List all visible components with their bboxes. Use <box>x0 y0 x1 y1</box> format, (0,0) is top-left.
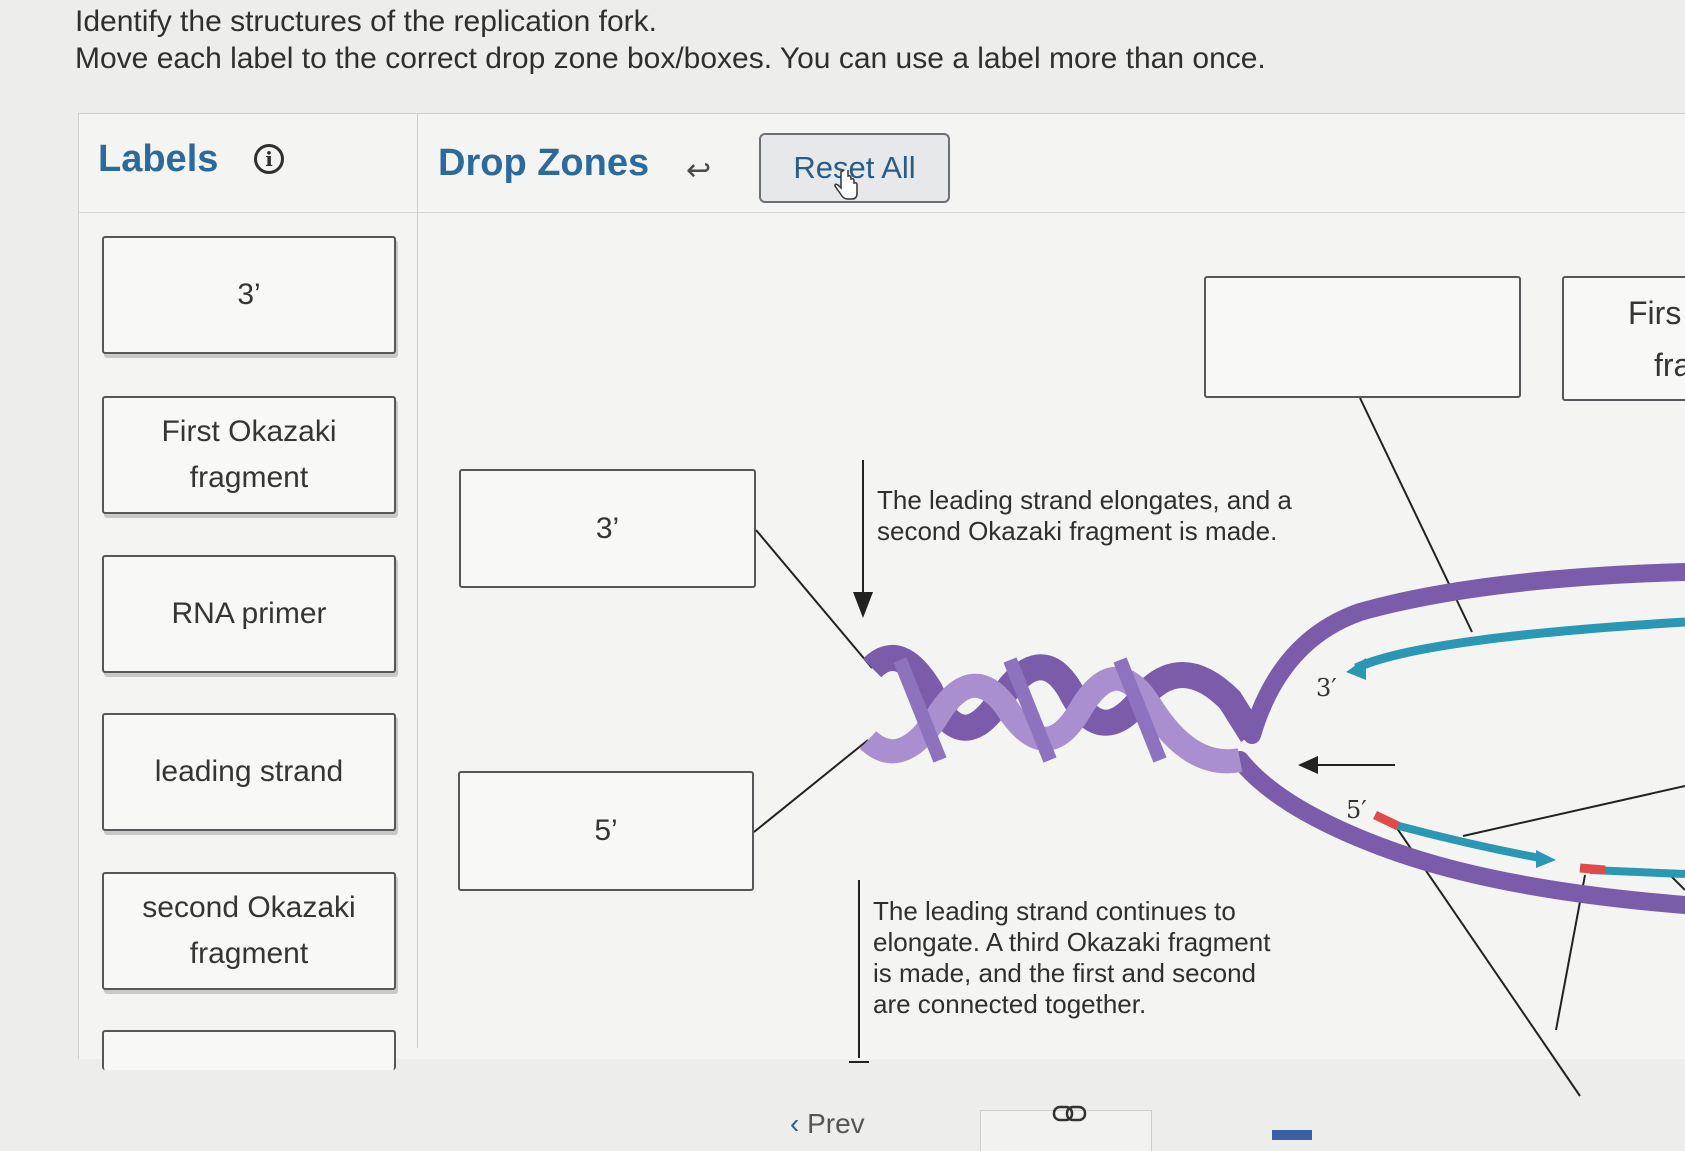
drop-zone-text-line-1: Firs <box>1628 294 1682 331</box>
replication-fork-diagram: 3′ 5′ <box>753 397 1685 1097</box>
drop-zone-text-line-2: fra <box>1654 346 1685 383</box>
diagram-caption-1: The leading strand elongates, and a seco… <box>877 485 1292 546</box>
drop-zone-3prime[interactable]: 3’ <box>459 469 756 588</box>
drop-zone-empty[interactable] <box>1204 276 1521 398</box>
grid-icon[interactable] <box>1272 1130 1312 1140</box>
drop-zone-5prime[interactable]: 5’ <box>458 771 754 891</box>
drop-zone-first-okazaki[interactable]: Firs fra <box>1562 276 1685 401</box>
end-label-5prime: 5′ <box>1346 796 1367 824</box>
prev-label: Prev <box>807 1108 865 1139</box>
end-label-3prime: 3′ <box>1316 674 1337 702</box>
prev-link[interactable]: ‹ Prev <box>790 1108 865 1140</box>
link-icon[interactable] <box>1052 1103 1088 1125</box>
chevron-left-icon: ‹ <box>790 1108 800 1139</box>
diagram-caption-2: The leading strand continues to elongate… <box>873 896 1271 1019</box>
